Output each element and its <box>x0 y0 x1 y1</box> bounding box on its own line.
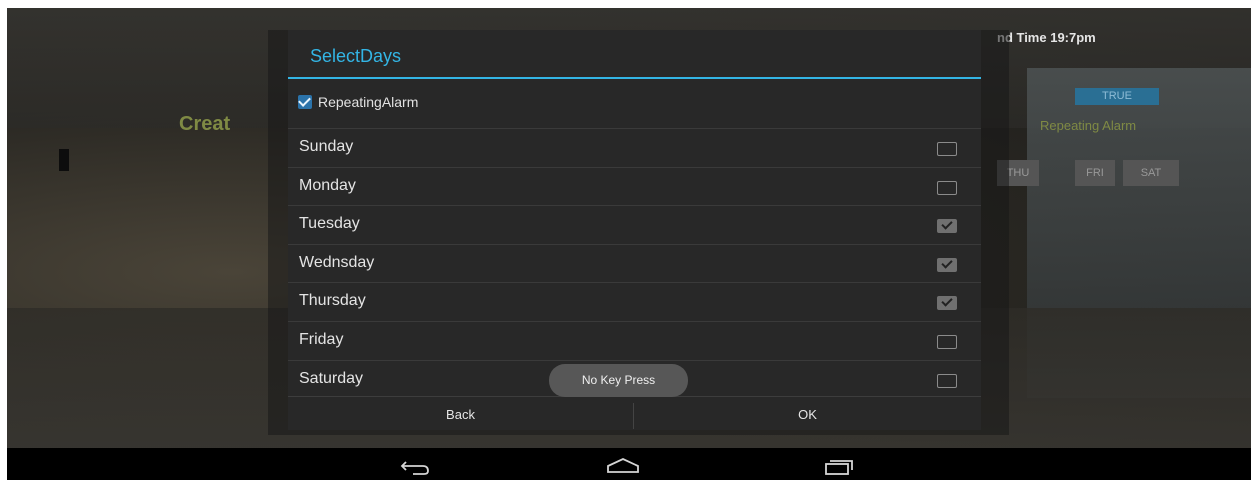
day-label: Thursday <box>299 292 366 310</box>
day-checkbox[interactable] <box>937 219 957 234</box>
title-divider <box>288 77 981 79</box>
repeating-alarm-checkbox[interactable] <box>298 95 312 109</box>
wall-switch <box>59 149 69 171</box>
background-day-sat: SAT <box>1123 160 1179 186</box>
day-checkbox[interactable] <box>937 296 957 311</box>
day-row[interactable]: Sunday <box>288 128 981 167</box>
day-label: Sunday <box>299 138 354 155</box>
background-day-fri: FRI <box>1075 160 1115 186</box>
back-button[interactable]: Back <box>288 397 633 433</box>
day-row[interactable]: Wednsday <box>288 243 981 283</box>
day-row[interactable]: Thursday <box>288 282 981 321</box>
background-create-title: Creat <box>179 113 231 135</box>
repeating-alarm-label: RepeatingAlarm <box>318 94 419 110</box>
recent-apps-icon[interactable] <box>823 456 855 480</box>
day-row[interactable]: Monday <box>288 166 981 206</box>
day-checkbox[interactable] <box>937 335 957 349</box>
day-label: Friday <box>299 331 344 348</box>
day-label: Tuesday <box>299 215 360 233</box>
toast-message: No Key Press <box>549 364 688 397</box>
day-checkbox[interactable] <box>937 373 957 388</box>
repeating-alarm-checkbox-row[interactable]: RepeatingAlarm <box>298 92 418 112</box>
background-time-title: nd Time 19:7pm <box>997 30 1096 45</box>
back-arrow-icon[interactable] <box>399 456 431 480</box>
dialog-button-bar: Back OK <box>288 396 981 433</box>
ok-button[interactable]: OK <box>634 397 981 433</box>
dialog-title: SelectDays <box>310 46 402 66</box>
day-row[interactable]: Friday <box>288 321 981 360</box>
day-checkbox[interactable] <box>937 180 957 195</box>
day-label: Saturday <box>299 369 364 387</box>
day-label: Wednsday <box>299 253 375 271</box>
day-label: Monday <box>299 176 356 194</box>
day-row[interactable]: Tuesday <box>288 205 981 244</box>
home-icon[interactable] <box>606 456 640 480</box>
background-repeating-alarm-label: Repeating Alarm <box>1040 118 1137 133</box>
day-checkbox[interactable] <box>937 257 957 272</box>
background-true-badge: TRUE <box>1075 88 1159 105</box>
day-checkbox[interactable] <box>937 142 957 156</box>
device-screen: nd Time 19:7pm Creat TRUE Repeating Alar… <box>7 8 1251 480</box>
